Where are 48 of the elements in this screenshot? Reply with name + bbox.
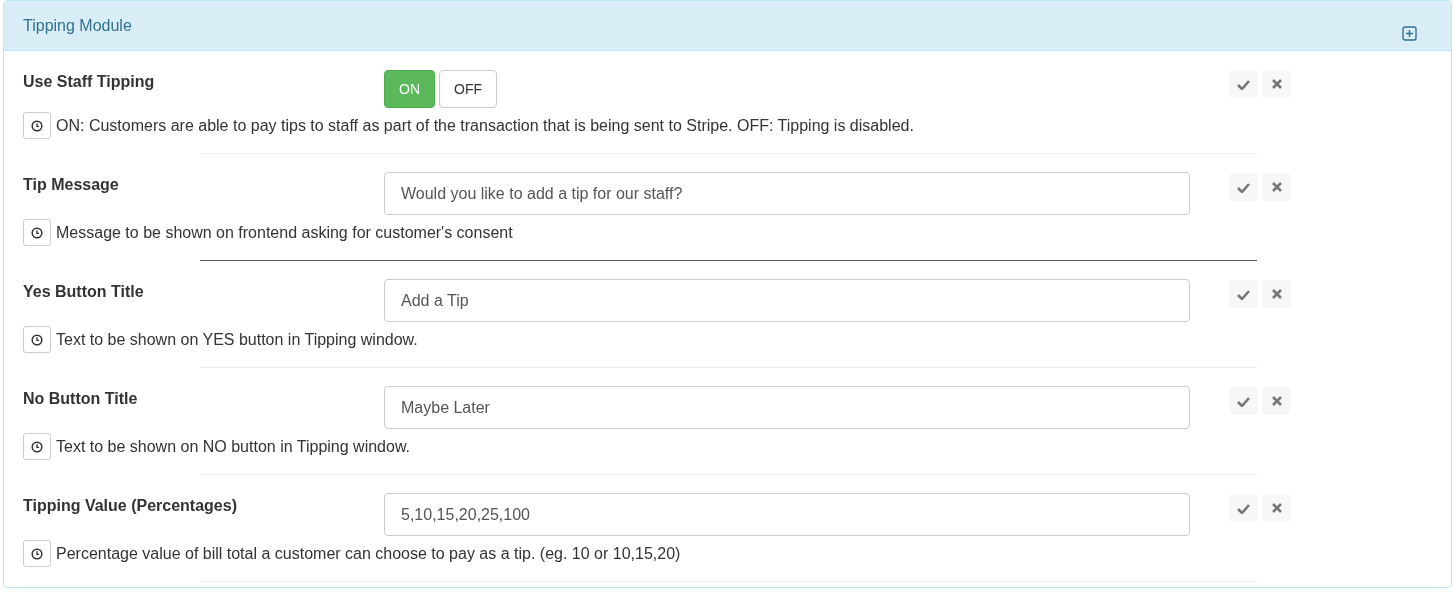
text-field[interactable]: 5,10,15,20,25,100 (384, 493, 1190, 536)
check-icon (1237, 395, 1250, 407)
help-text: Text to be shown on YES button in Tipping window. (56, 330, 418, 349)
clock-icon (31, 547, 43, 560)
cancel-button[interactable] (1262, 494, 1291, 522)
setting-label: Yes Button Title (23, 282, 145, 301)
setting-label: Tipping Value (Percentages) (23, 496, 238, 515)
history-button[interactable] (23, 540, 51, 567)
history-button[interactable] (23, 326, 51, 353)
check-icon (1237, 181, 1250, 193)
history-button[interactable] (23, 112, 51, 139)
history-button[interactable] (23, 433, 51, 460)
cancel-button[interactable] (1262, 280, 1291, 308)
cancel-button[interactable] (1262, 70, 1291, 98)
help-text: Message to be shown on frontend asking for customer's consent (56, 223, 513, 242)
check-icon (1237, 288, 1250, 300)
setting-label: Use Staff Tipping (23, 72, 156, 91)
expand-icon (1402, 26, 1417, 41)
check-icon (1237, 78, 1250, 90)
clock-icon (31, 333, 43, 346)
confirm-button[interactable] (1229, 280, 1258, 308)
clock-icon (31, 440, 43, 453)
cancel-button[interactable] (1262, 173, 1291, 201)
text-field[interactable]: Add a Tip (384, 279, 1190, 322)
toggle-option[interactable]: OFF (439, 70, 497, 108)
confirm-button[interactable] (1229, 494, 1258, 522)
check-icon (1237, 502, 1250, 514)
text-field[interactable]: Maybe Later (384, 386, 1190, 429)
close-icon (1271, 396, 1282, 406)
help-text: Percentage value of bill total a customer can choose to pay as a tip. (eg. 10 or 10,15,20) (56, 544, 681, 563)
close-icon (1271, 79, 1282, 89)
cancel-button[interactable] (1262, 387, 1291, 415)
help-text: Text to be shown on NO button in Tipping window. (56, 437, 410, 456)
close-icon (1271, 289, 1282, 299)
clock-icon (31, 119, 43, 132)
expand-button[interactable] (1402, 26, 1417, 41)
history-button[interactable] (23, 219, 51, 246)
help-text: ON: Customers are able to pay tips to staff as part of the transaction that is being sent to Stripe. OFF: Tipping is disabled. (56, 116, 914, 135)
panel-title: Tipping Module (23, 16, 132, 35)
confirm-button[interactable] (1229, 387, 1258, 415)
confirm-button[interactable] (1229, 173, 1258, 201)
clock-icon (31, 226, 43, 239)
setting-label: No Button Title (23, 389, 139, 408)
close-icon (1271, 503, 1282, 513)
close-icon (1271, 182, 1282, 192)
setting-label: Tip Message (23, 175, 120, 194)
text-field[interactable]: Would you like to add a tip for our staff? (384, 172, 1190, 215)
confirm-button[interactable] (1229, 70, 1258, 98)
